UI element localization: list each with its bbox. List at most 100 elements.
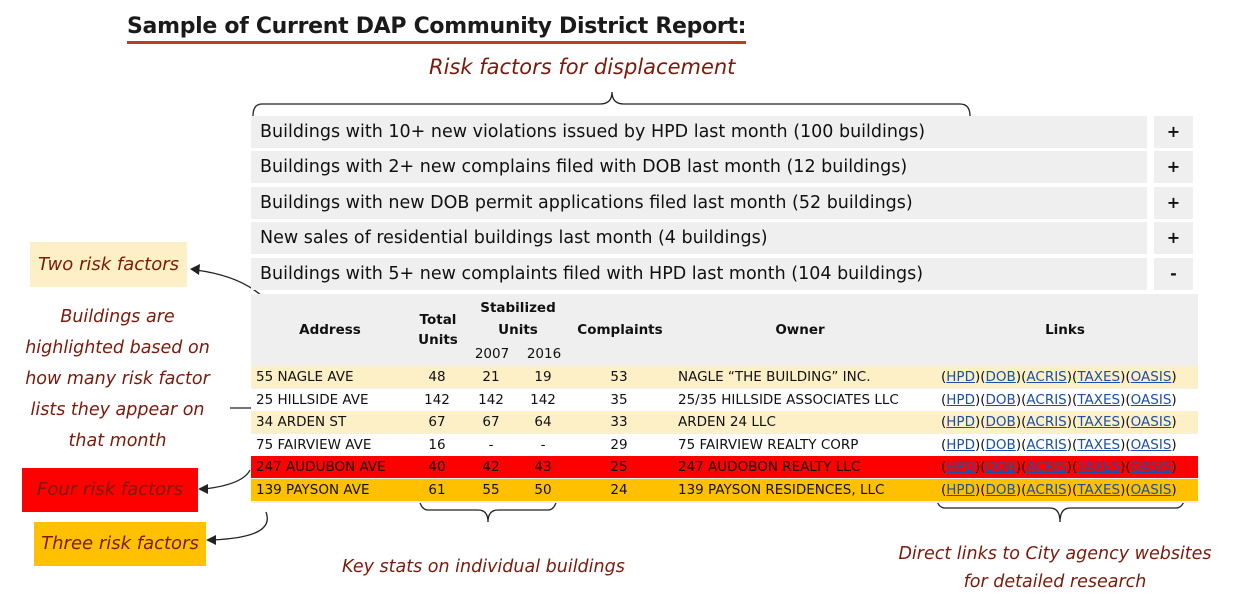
link-acris[interactable]: ACRIS xyxy=(1026,392,1066,408)
cell-s2016: 50 xyxy=(534,482,552,498)
cell-complaints: 35 xyxy=(610,392,628,408)
link-dob[interactable]: DOB xyxy=(986,437,1016,453)
key-stats-note: Key stats on individual buildings xyxy=(342,557,625,577)
link-oasis[interactable]: OASIS xyxy=(1131,459,1172,475)
link-oasis[interactable]: OASIS xyxy=(1131,414,1172,430)
direct-links-note: Direct links to City agency websites for… xyxy=(880,540,1230,596)
link-dob[interactable]: DOB xyxy=(986,392,1016,408)
collapse-toggle[interactable]: - xyxy=(1154,258,1193,290)
cell-s2016: 142 xyxy=(530,392,556,408)
cell-total: 61 xyxy=(428,482,446,498)
expand-toggle[interactable]: + xyxy=(1154,151,1193,183)
risk-factor-item[interactable]: New sales of residential buildings last … xyxy=(251,222,1147,254)
link-taxes[interactable]: TAXES xyxy=(1077,437,1120,453)
cell-total: 40 xyxy=(428,459,446,475)
note-line: lists they appear on xyxy=(30,400,205,420)
link-acris[interactable]: ACRIS xyxy=(1026,482,1066,498)
header-total-units: Units xyxy=(418,332,458,348)
cell-links: (HPD)(DOB)(ACRIS)(TAXES)(OASIS) xyxy=(941,437,1177,453)
cell-s2007: - xyxy=(488,437,494,453)
risk-factor-item[interactable]: Buildings with 10+ new violations issued… xyxy=(251,116,1147,148)
cell-owner: 247 AUDOBON REALTY LLC xyxy=(678,459,861,475)
header-stabilized: Units xyxy=(498,322,538,338)
cell-address: 75 FAIRVIEW AVE xyxy=(256,437,372,453)
link-hpd[interactable]: HPD xyxy=(946,482,975,498)
cell-s2016: 19 xyxy=(534,369,552,385)
cell-complaints: 29 xyxy=(610,437,628,453)
page-title: Sample of Current DAP Community District… xyxy=(127,13,746,44)
link-hpd[interactable]: HPD xyxy=(946,414,975,430)
link-acris[interactable]: ACRIS xyxy=(1026,414,1066,430)
cell-address: 247 AUDUBON AVE xyxy=(256,459,386,475)
link-hpd[interactable]: HPD xyxy=(946,369,975,385)
link-dob[interactable]: DOB xyxy=(986,369,1016,385)
cell-owner: 139 PAYSON RESIDENCES, LLC xyxy=(678,482,885,498)
cell-links: (HPD)(DOB)(ACRIS)(TAXES)(OASIS) xyxy=(941,392,1177,408)
table-row: 139 PAYSON AVE 61 55 50 24 139 PAYSON RESIDEN… xyxy=(251,479,1198,501)
link-taxes[interactable]: TAXES xyxy=(1077,369,1120,385)
note-line: how many risk factor xyxy=(25,369,210,389)
cell-complaints: 25 xyxy=(610,459,628,475)
link-dob[interactable]: DOB xyxy=(986,414,1016,430)
cell-address: 25 HILLSIDE AVE xyxy=(256,392,369,408)
cell-total: 142 xyxy=(424,392,450,408)
cell-s2007: 55 xyxy=(482,482,500,498)
link-oasis[interactable]: OASIS xyxy=(1131,369,1172,385)
cell-s2016: 64 xyxy=(534,414,552,430)
link-oasis[interactable]: OASIS xyxy=(1131,392,1172,408)
note-line: Direct links to City agency websites xyxy=(898,544,1212,564)
cell-owner: 25/35 HILLSIDE ASSOCIATES LLC xyxy=(678,392,899,408)
link-acris[interactable]: ACRIS xyxy=(1026,369,1066,385)
cell-address: 34 ARDEN ST xyxy=(256,414,347,430)
cell-links: (HPD)(DOB)(ACRIS)(TAXES)(OASIS) xyxy=(941,369,1177,385)
note-line: for detailed research xyxy=(963,572,1147,592)
link-acris[interactable]: ACRIS xyxy=(1026,459,1066,475)
cell-s2007: 67 xyxy=(482,414,500,430)
cell-s2007: 42 xyxy=(482,459,500,475)
link-acris[interactable]: ACRIS xyxy=(1026,437,1066,453)
link-oasis[interactable]: OASIS xyxy=(1131,437,1172,453)
table-row: 25 HILLSIDE AVE 142 142 142 35 25/35 HILLSIDE… xyxy=(251,389,1198,411)
expand-toggle[interactable]: + xyxy=(1154,116,1193,148)
header-complaints: Complaints xyxy=(577,322,663,338)
legend-three-risk-label: Three risk factors xyxy=(41,533,199,554)
link-hpd[interactable]: HPD xyxy=(946,459,975,475)
arrow-four-risk xyxy=(203,469,251,490)
risk-factor-item[interactable]: Buildings with 2+ new complains filed wi… xyxy=(251,151,1147,183)
cell-owner: NAGLE “THE BUILDING” INC. xyxy=(678,369,871,385)
table-row: 75 FAIRVIEW AVE 16 - - 29 75 FAIRVIEW REALTY … xyxy=(251,434,1198,456)
link-oasis[interactable]: OASIS xyxy=(1131,482,1172,498)
expand-toggle[interactable]: + xyxy=(1154,187,1193,219)
top-brace xyxy=(252,91,971,117)
arrow-three-risk xyxy=(211,511,268,541)
header-owner: Owner xyxy=(775,322,825,338)
risk-factor-item[interactable]: Buildings with new DOB permit applicatio… xyxy=(251,187,1147,219)
note-line: highlighted based on xyxy=(25,338,210,358)
link-taxes[interactable]: TAXES xyxy=(1077,392,1120,408)
header-stabilized: Stabilized xyxy=(480,300,556,316)
cell-owner: 75 FAIRVIEW REALTY CORP xyxy=(678,437,859,453)
legend-two-risk: Two risk factors xyxy=(30,242,187,287)
link-hpd[interactable]: HPD xyxy=(946,437,975,453)
link-taxes[interactable]: TAXES xyxy=(1077,459,1120,475)
note-line: that month xyxy=(68,431,167,451)
cell-complaints: 53 xyxy=(610,369,628,385)
cell-links: (HPD)(DOB)(ACRIS)(TAXES)(OASIS) xyxy=(941,482,1177,498)
link-hpd[interactable]: HPD xyxy=(946,392,975,408)
cell-total: 48 xyxy=(428,369,446,385)
header-total-units: Total xyxy=(419,312,457,328)
link-dob[interactable]: DOB xyxy=(986,459,1016,475)
expand-toggle[interactable]: + xyxy=(1154,222,1193,254)
risk-factors-heading: Risk factors for displacement xyxy=(429,55,736,79)
table-row: 247 AUDUBON AVE 40 42 43 25 247 AUDOBON REALT… xyxy=(251,456,1198,478)
cell-s2007: 21 xyxy=(482,369,500,385)
legend-four-risk: Four risk factors xyxy=(22,468,198,512)
header-address: Address xyxy=(299,322,361,338)
legend-four-risk-label: Four risk factors xyxy=(37,479,183,500)
link-dob[interactable]: DOB xyxy=(986,482,1016,498)
risk-factor-item[interactable]: Buildings with 5+ new complaints filed w… xyxy=(251,258,1147,290)
cell-total: 16 xyxy=(428,437,446,453)
link-taxes[interactable]: TAXES xyxy=(1077,482,1120,498)
header-year-2007: 2007 xyxy=(474,346,510,362)
link-taxes[interactable]: TAXES xyxy=(1077,414,1120,430)
